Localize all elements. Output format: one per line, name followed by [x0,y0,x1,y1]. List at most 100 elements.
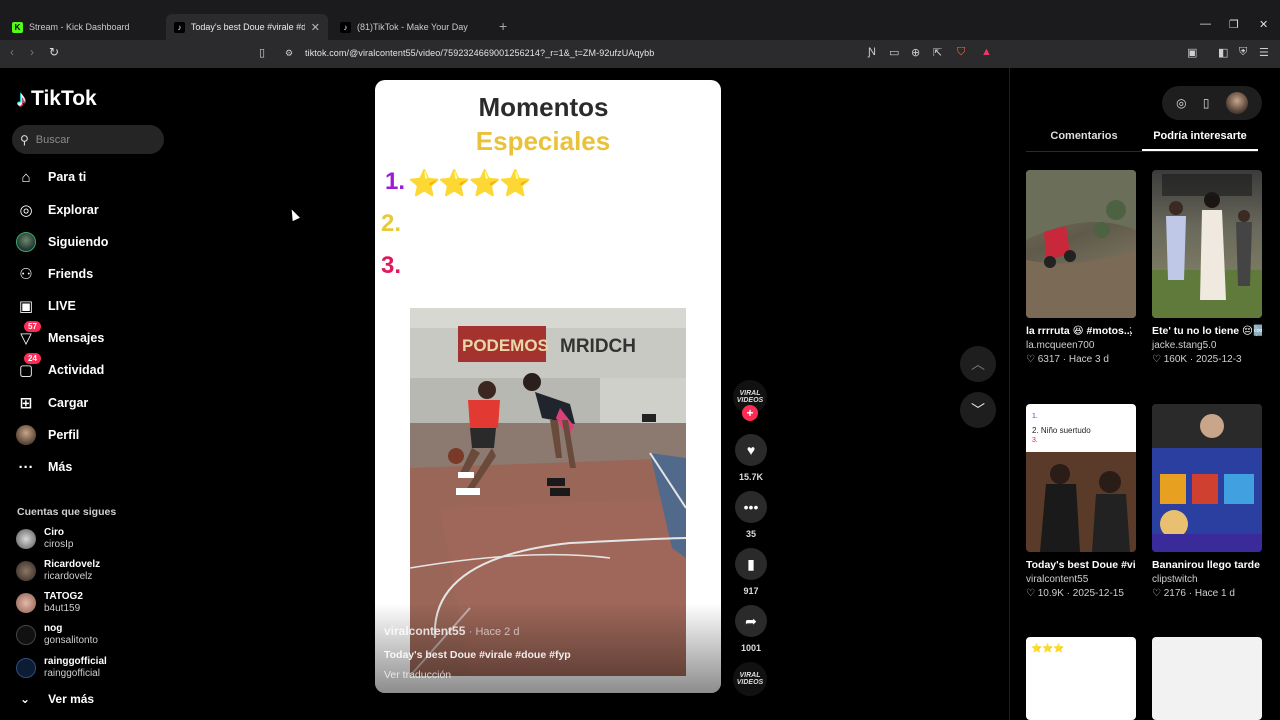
nav-siguiendo[interactable]: Siguiendo [16,230,108,254]
wall-text-podemos: PODEMOS [462,336,549,355]
video-thumbnail[interactable] [1152,170,1262,318]
follow-plus-icon[interactable]: + [742,405,758,421]
tab-comentarios[interactable]: Comentarios [1026,130,1142,151]
recommended-video-card[interactable]: ⭐⭐⭐ [1026,637,1136,720]
wall-text-mridch: MRIDCH [560,336,636,357]
more-icon: ··· [18,458,34,476]
comment-count: 35 [745,529,756,539]
cast-icon[interactable]: ▭ [889,46,899,59]
like-action[interactable]: ♥ 15.7K [733,434,769,482]
nav-cargar[interactable]: ⊞ Cargar [16,391,89,415]
top-right-controls: ◎ ▯ [1162,86,1262,120]
tiktok-logo[interactable]: ♪ TikTok [16,86,97,112]
following-account[interactable]: Ricardovelz ricardovelz [16,559,100,583]
following-account[interactable]: Ciro cirosIp [16,527,73,551]
message-icon: ▽ 57 [16,321,41,348]
upload-icon: ⊞ [19,395,33,412]
chevron-up-icon: ︿ [971,356,985,372]
browser-tab-tiktok-video[interactable]: ♪ Today's best Doue #virale #doue ✕ [166,14,328,40]
heart-icon[interactable]: ♥ [735,434,767,466]
browser-tab-tiktok-home[interactable]: ♪ (81)TikTok - Make Your Day [332,14,492,40]
menu-icon[interactable]: ☰ [1259,46,1269,59]
following-account[interactable]: rainggofficial rainggofficial [16,656,107,680]
account-name: nog [44,623,63,634]
translate-link[interactable]: Ver traducción [384,669,451,681]
window-close-icon[interactable]: ✕ [1259,18,1268,31]
new-tab-icon[interactable]: + [499,18,507,34]
zoom-icon[interactable]: ⊕ [911,46,920,59]
author-username: viralcontent55 [384,624,466,638]
nav-friends[interactable]: ⚇ Friends [16,262,93,286]
nav-explorar[interactable]: ◎ Explorar [16,198,98,222]
video-caption[interactable]: Today's best Doue #virale #doue #fyp [384,649,571,661]
sound-disc-icon[interactable]: VIRAL VIDEOS [733,662,767,696]
share-action[interactable]: ➦ 1001 [733,605,769,653]
chevron-down-icon: ﹀ [971,402,985,418]
nav-para-ti[interactable]: ⌂ Para ti [16,165,86,189]
nav-actividad[interactable]: ▢ 24 Actividad [16,353,105,382]
nav-perfil[interactable]: Perfil [16,423,79,447]
nav-mensajes[interactable]: ▽ 57 Mensajes [16,321,105,350]
ver-mas-button[interactable]: ⌄ Ver más [20,692,94,706]
rating-stars: ⭐⭐⭐⭐ [408,168,531,198]
vpn-icon[interactable]: ⛨ [1239,46,1247,59]
recommended-video-card[interactable]: Ete' tu no lo tiene 😔🆒 (en realida... ja… [1152,170,1262,367]
nav-live[interactable]: ▣ LIVE [16,294,76,318]
video-thumbnail[interactable] [1152,637,1262,720]
search-input[interactable] [35,133,146,146]
rank-2: 2. [381,210,402,237]
previous-video-button[interactable]: ︿ [960,346,996,382]
device-icon[interactable]: ▯ [1203,96,1210,110]
comment-action[interactable]: ••• 35 [733,491,769,539]
recommended-video-card[interactable]: Bananirou llego tarde y la gente s... cl… [1152,404,1262,601]
avatar [16,593,36,613]
live-icon: ▣ [18,298,34,315]
account-username: rainggofficial [44,668,100,679]
next-video-button[interactable]: ﹀ [960,392,996,428]
recommended-video-card[interactable]: 1. 3. 2. Niño suertudo Today's best Doue… [1026,404,1136,601]
following-account[interactable]: TATOG2 b4ut159 [16,591,83,615]
card-more-icon[interactable]: ⋮ [1125,325,1136,338]
bookmark-icon[interactable]: ▮ [735,548,767,580]
reload-icon[interactable]: ↻ [49,45,59,59]
activity-badge: 24 [24,353,41,364]
translate-icon[interactable]: Ɲ [868,46,876,58]
split-view-icon[interactable]: ◧ [1218,46,1228,59]
comment-icon[interactable]: ••• [735,491,767,523]
nav-label: Actividad [48,363,105,377]
url-field[interactable]: tiktok.com/@viralcontent55/video/7592324… [305,48,654,58]
recommended-video-card[interactable]: la rrrruta 😆 #motos... la.mcqueen700 ♡ 6… [1026,170,1136,367]
video-player[interactable]: Momentos Especiales 1. ⭐⭐⭐⭐ 2. 3. PODEMO… [375,80,721,693]
save-action[interactable]: ▮ 917 [733,548,769,596]
following-account[interactable]: nog gonsalitonto [16,623,98,647]
brave-shield-icon[interactable]: ⛉ [957,46,965,59]
nav-label: Siguiendo [48,235,109,249]
video-thumbnail[interactable]: 1. 3. 2. Niño suertudo [1026,404,1136,552]
nav-label: Mensajes [48,331,105,345]
following-header: Cuentas que sigues [17,506,117,518]
search-box[interactable]: ⚲ [12,125,164,154]
video-thumbnail[interactable]: ⭐⭐⭐ [1026,637,1136,720]
nav-mas[interactable]: ··· Más [16,455,73,479]
browser-tab-kick[interactable]: K Stream - Kick Dashboard [4,14,164,40]
card-more-icon[interactable]: ⋮ [1251,325,1262,338]
card-title: Ete' tu no lo tiene 😔🆒 (en realida... [1152,325,1262,337]
close-tab-icon[interactable]: ✕ [311,21,320,34]
back-icon[interactable]: ‹ [10,45,14,59]
compass-small-icon[interactable]: ◎ [1176,96,1186,110]
bookmark-icon[interactable]: ▯ [259,46,265,59]
video-thumbnail[interactable] [1026,170,1136,318]
user-avatar[interactable] [1225,92,1248,114]
recommended-video-card[interactable] [1152,637,1262,720]
share-icon[interactable]: ⇱ [933,46,942,59]
video-author[interactable]: viralcontent55 · Hace 2 d [384,624,519,638]
tab-podria-interesarte[interactable]: Podría interesarte [1142,130,1258,151]
video-thumbnail[interactable] [1152,404,1262,552]
share-arrow-icon[interactable]: ➦ [735,605,767,637]
site-info-icon[interactable]: ⚙ [285,48,293,59]
restore-icon[interactable]: ❐ [1229,18,1239,31]
rewards-icon[interactable]: ▲ [981,46,992,58]
minimize-icon[interactable]: — [1200,18,1211,30]
sidebar-toggle-icon[interactable]: ▣ [1187,46,1197,59]
forward-icon[interactable]: › [30,45,34,59]
